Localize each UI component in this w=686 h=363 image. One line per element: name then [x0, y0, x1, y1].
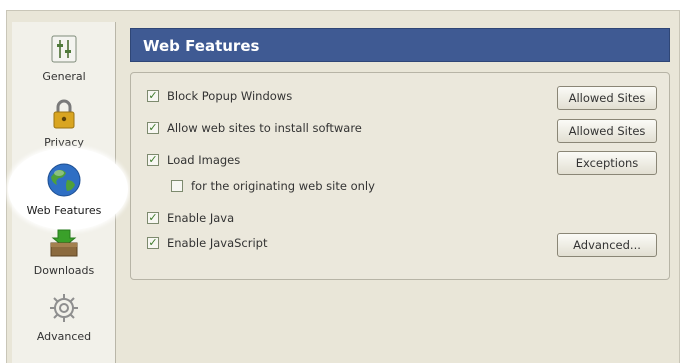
- option-label: for the originating web site only: [191, 179, 375, 193]
- originating-site-only-checkbox[interactable]: [171, 180, 183, 192]
- general-icon: [12, 34, 116, 67]
- install-software-checkbox[interactable]: ✓: [147, 122, 159, 134]
- option-label: Enable JavaScript: [167, 236, 268, 250]
- enable-javascript-option[interactable]: ✓ Enable JavaScript: [147, 236, 267, 250]
- sidebar-item-advanced[interactable]: Advanced: [12, 292, 116, 343]
- allowed-sites-popup-button[interactable]: Allowed Sites: [557, 86, 657, 110]
- block-popups-option[interactable]: ✓ Block Popup Windows: [147, 89, 292, 103]
- load-images-checkbox[interactable]: ✓: [147, 154, 159, 166]
- option-label: Block Popup Windows: [167, 89, 293, 103]
- enable-javascript-checkbox[interactable]: ✓: [147, 237, 159, 249]
- load-images-option[interactable]: ✓ Load Images: [147, 153, 240, 167]
- enable-java-option[interactable]: ✓ Enable Java: [147, 211, 234, 225]
- sidebar-item-label: Downloads: [33, 264, 95, 277]
- option-label: Load Images: [167, 153, 241, 167]
- lock-icon: [12, 98, 116, 133]
- option-label: Allow web sites to install software: [167, 121, 362, 135]
- option-label: Enable Java: [167, 211, 235, 225]
- sidebar-item-label: General: [42, 70, 86, 83]
- originating-site-only-option[interactable]: for the originating web site only: [171, 179, 375, 193]
- globe-icon: [12, 162, 116, 201]
- sidebar-item-label: Advanced: [36, 330, 92, 343]
- exceptions-button[interactable]: Exceptions: [557, 151, 657, 175]
- page-title: Web Features: [130, 28, 670, 62]
- sidebar-item-downloads[interactable]: Downloads: [12, 228, 116, 277]
- sidebar-item-privacy[interactable]: Privacy: [12, 98, 116, 149]
- sidebar-item-web-features[interactable]: Web Features: [12, 162, 116, 217]
- sidebar-item-label: Web Features: [26, 204, 102, 217]
- sidebar-item-label: Privacy: [44, 136, 84, 149]
- download-box-icon: [12, 228, 116, 261]
- install-software-option[interactable]: ✓ Allow web sites to install software: [147, 121, 362, 135]
- enable-java-checkbox[interactable]: ✓: [147, 212, 159, 224]
- block-popups-checkbox[interactable]: ✓: [147, 90, 159, 102]
- advanced-javascript-button[interactable]: Advanced...: [557, 233, 657, 257]
- gear-icon: [12, 292, 116, 327]
- allowed-sites-install-button[interactable]: Allowed Sites: [557, 119, 657, 143]
- sidebar-item-general[interactable]: General: [12, 34, 116, 83]
